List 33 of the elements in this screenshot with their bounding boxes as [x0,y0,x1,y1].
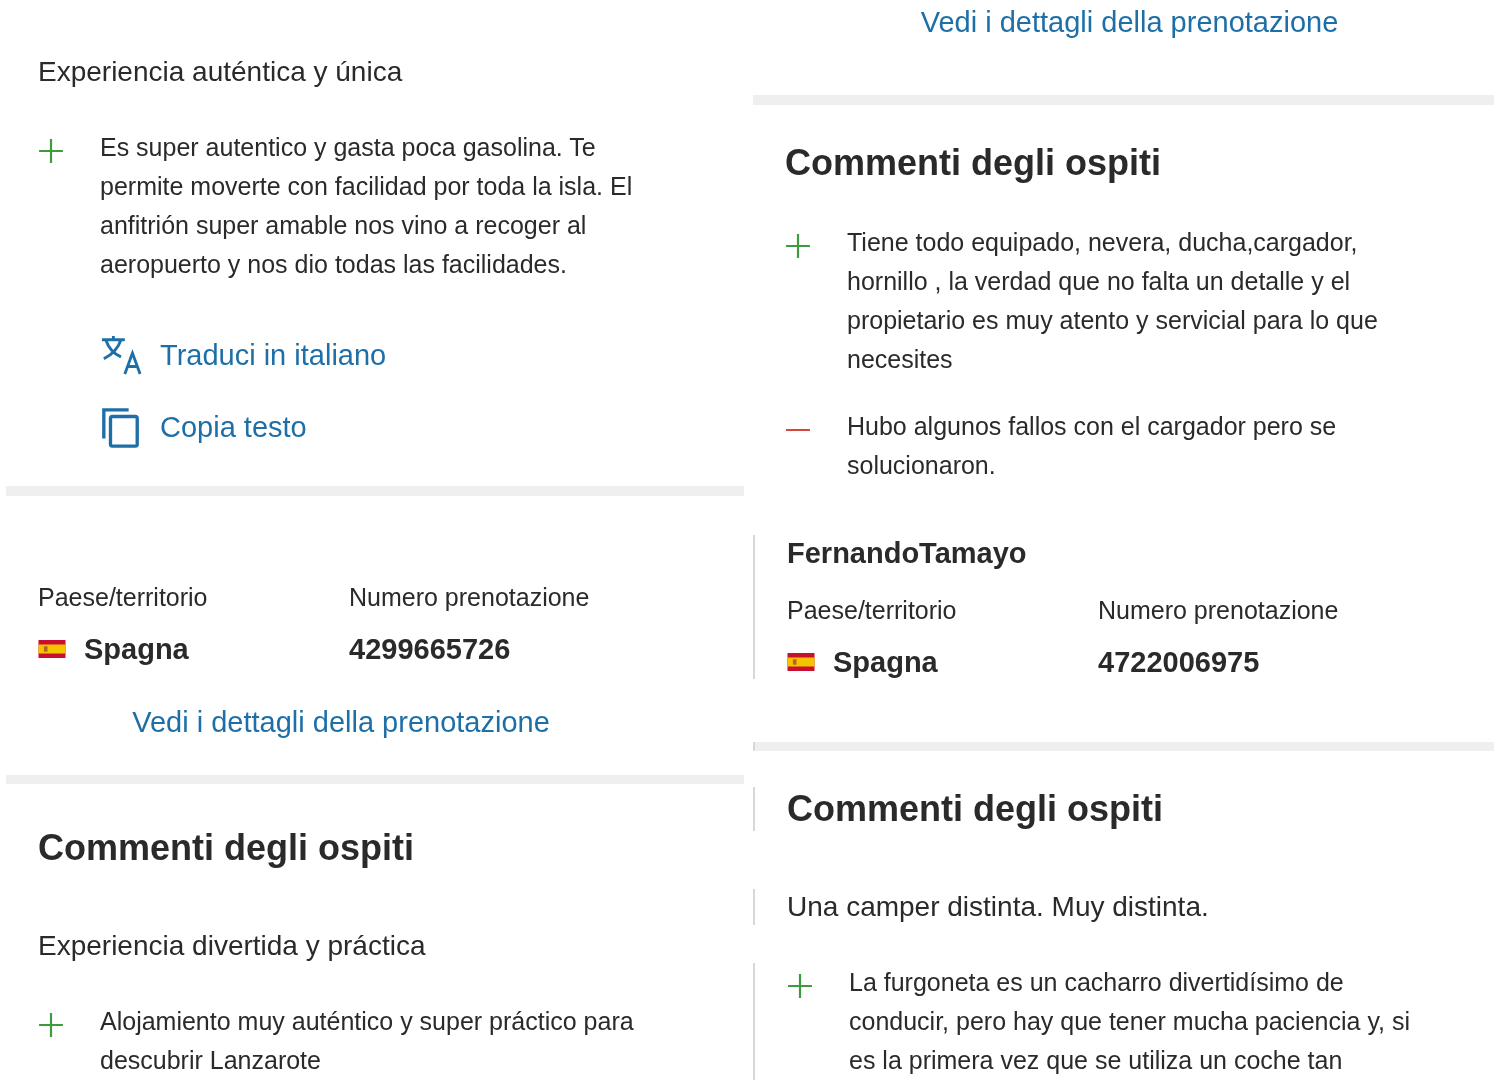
review-title: Experiencia divertida y práctica [37,929,427,963]
country-value: Spagna [833,644,938,679]
plus-icon [38,138,64,164]
booking-number: 4722006975 [1098,644,1260,679]
copy-text-link[interactable]: Copia testo [100,406,307,448]
translate-link[interactable]: Traduci in italiano [100,334,387,376]
booking-number: 4299665726 [349,631,511,666]
guest-name: FernandoTamayo [787,535,1028,571]
booking-number-label: Numero prenotazione [349,581,591,612]
flag-icon [787,652,815,671]
comment-text: Es super autentico y gasta poca gasolina. Te permite moverte con facilidad por toda la isla. El anfitrión super amable nos vino a recoger al aeropuerto y nos dio todas las facilidades. [100,132,634,280]
copy-icon [100,406,142,448]
plus-icon [785,232,811,259]
review-title: Experiencia auténtica y única [37,55,404,89]
comment-text: Tiene todo equipado, nevera, ducha,cargador, hornillo , la verdad que no falta un detalle y el propietario es muy atento y servicial para lo que necesites [847,226,1379,375]
comment-text: La furgoneta es un cacharro divertidísimo de conducir, pero hay que tener mucha paciencia y, si es la primera vez que se utiliza un coche tan [849,967,1411,1076]
plus-icon [787,973,813,999]
comment-text: Hubo algunos fallos con el cargador pero se solucionaron. [847,410,1338,481]
section-heading: Commenti degli ospiti [37,826,415,870]
booking-details-link[interactable]: Vedi i dettagli della prenotazione [132,705,550,738]
booking-number-label: Numero prenotazione [1098,594,1340,625]
flag-icon [38,639,66,658]
minus-icon [785,428,811,431]
review-title: Una camper distinta. Muy distinta. [753,889,1494,925]
country-label: Paese/territorio [38,581,209,612]
section-heading: Commenti degli ospiti [784,140,1162,185]
section-heading: Commenti degli ospiti [753,787,1494,831]
comment-text: Alojamiento muy auténtico y super práctico para descubrir Lanzarote [100,1006,635,1076]
country-label: Paese/territorio [787,594,958,625]
translate-icon [100,334,142,376]
plus-icon [38,1012,64,1038]
country-value: Spagna [84,631,189,666]
booking-details-link[interactable]: Vedi i dettagli della prenotazione [920,6,1339,38]
